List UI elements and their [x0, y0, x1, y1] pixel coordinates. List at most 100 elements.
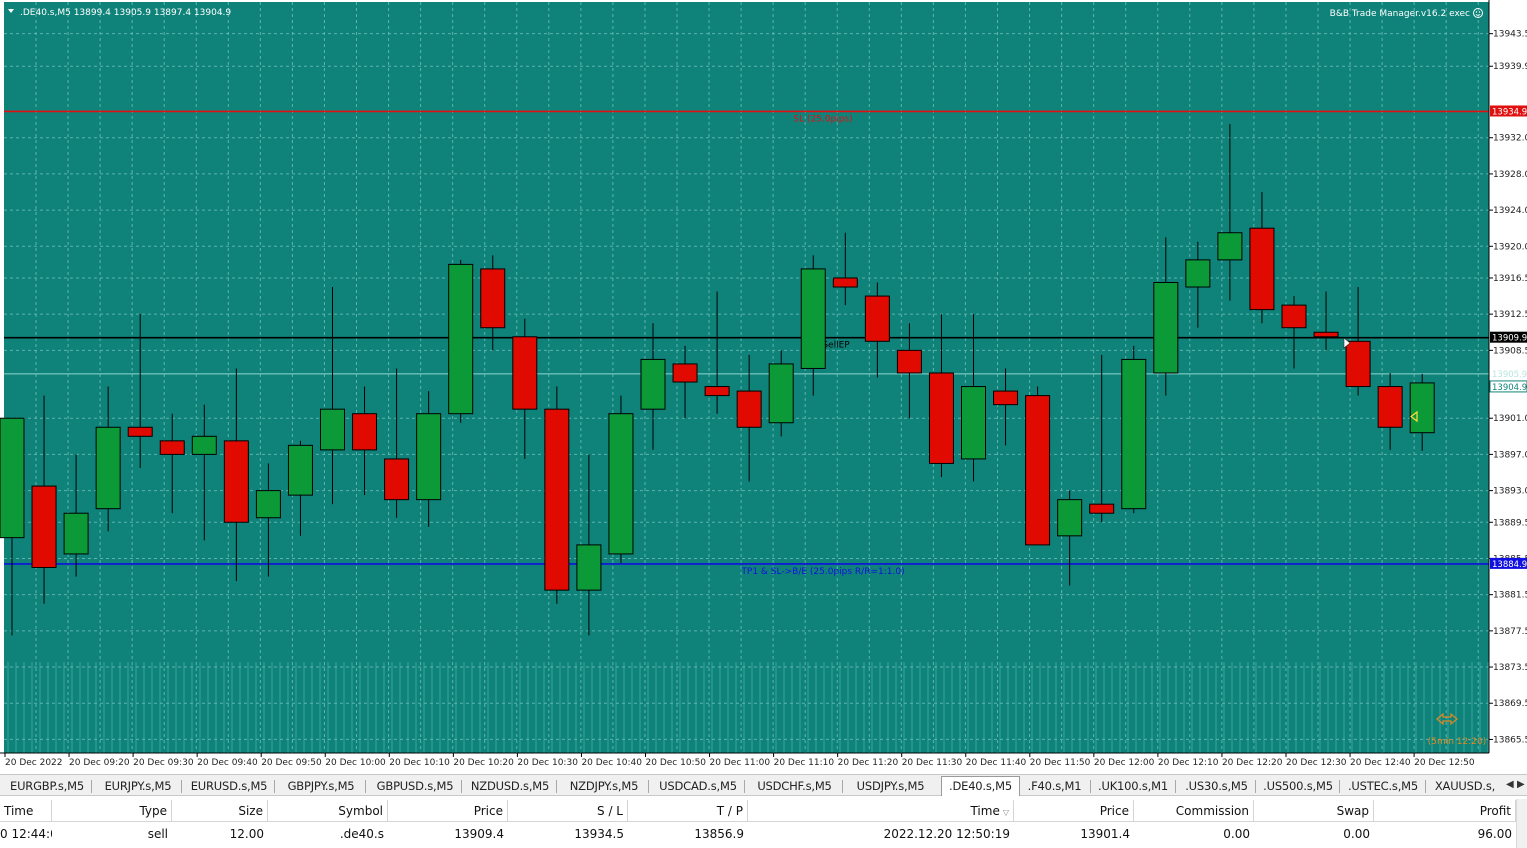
cell-close-price: 13901.4: [1080, 827, 1130, 841]
time-tick-label: 20 Dec 10:10: [389, 758, 450, 768]
col-header-sl[interactable]: S / L: [508, 800, 628, 822]
tp-price-tag-text: 13884.9: [1492, 560, 1527, 570]
price-tick-label: 13943.5: [1493, 30, 1527, 40]
price-tick-label: 13889.5: [1493, 518, 1527, 528]
tab-usdchf-s-m5[interactable]: USDCHF.s,M5: [749, 777, 840, 795]
cell-sl: 13934.5: [574, 827, 624, 841]
candle-body: [127, 426, 153, 437]
price-tick-label: 13901.0: [1493, 414, 1527, 424]
time-tick-label: 20 Dec 10:00: [325, 758, 386, 768]
tab-xauusd-s[interactable]: XAUUSD.s,: [1430, 777, 1500, 795]
tab-scroll-left-icon[interactable]: ◀: [1506, 779, 1514, 790]
tab-eurjpy-s-m5[interactable]: EURJPY.s,M5: [97, 777, 179, 795]
tab-nzdusd-s-m5[interactable]: NZDUSD.s,M5: [466, 777, 554, 795]
tab-separator: [365, 780, 366, 793]
cell-time: 0 12:44:08: [0, 827, 52, 841]
tab-us30-s-m5[interactable]: .US30.s,M5: [1180, 777, 1253, 795]
tab-eurgbp-s-m5[interactable]: EURGBP.s,M5: [5, 777, 89, 795]
col-header-type[interactable]: Type: [52, 800, 172, 822]
candle-body: [864, 295, 890, 342]
candle-body: [544, 408, 570, 591]
candle-body: [961, 386, 986, 460]
chart-header: .DE40.s,M5 13899.4 13905.9 13897.4 13904…: [20, 8, 231, 18]
chart-plot-area[interactable]: [4, 2, 1489, 753]
time-tick-label: 20 Dec 09:30: [133, 758, 194, 768]
ea-label: B&B Trade Manager.v16.2 exec: [1330, 9, 1470, 19]
tab-f40-s-m1[interactable]: .F40.s,M1: [1021, 777, 1088, 795]
tab-separator: [1425, 780, 1426, 793]
time-tick-label: 20 Dec 12:50: [1414, 758, 1475, 768]
col-header-close-time[interactable]: Time ▽: [748, 800, 1014, 822]
cell-tp: 13856.9: [694, 827, 744, 841]
entry-line-label: SellEP: [822, 341, 850, 351]
tab-us500-s-m5[interactable]: .US500.s,M5: [1259, 777, 1337, 795]
time-tick-label: 20 Dec 09:50: [261, 758, 322, 768]
table-row[interactable]: 0 12:44:08 sell 12.00 .de40.s 13909.4 13…: [0, 823, 1516, 845]
price-tick-label: 13912.5: [1493, 310, 1527, 320]
tab-separator: [1339, 780, 1340, 793]
tab-gbpjpy-s-m5[interactable]: GBPJPY.s,M5: [279, 777, 363, 795]
time-tick-label: 20 Dec 11:50: [1030, 758, 1091, 768]
candle-body: [416, 413, 442, 501]
table-header-row: Time Type Size Symbol Price S / L T / P …: [0, 800, 1516, 822]
col-header-time[interactable]: Time: [0, 800, 52, 822]
price-tick-label: 13893.0: [1493, 487, 1527, 497]
col-header-commission[interactable]: Commission: [1134, 800, 1254, 822]
sl-price-tag-text: 13934.9: [1492, 107, 1527, 117]
candle-timer: (5min 12:20): [1428, 737, 1487, 747]
col-header-price[interactable]: Price: [388, 800, 508, 822]
price-tick-label: 13873.5: [1493, 663, 1527, 673]
tab-eurusd-s-m5[interactable]: EURUSD.s,M5: [186, 777, 272, 795]
tab-separator: [1255, 780, 1256, 793]
tab-separator: [91, 780, 92, 793]
time-tick-label: 20 Dec 11:00: [710, 758, 771, 768]
candle-body: [1089, 503, 1115, 514]
cell-swap: 0.00: [1343, 827, 1370, 841]
candle-body: [896, 349, 922, 374]
table-scrollbar[interactable]: [1516, 799, 1527, 848]
chart-window[interactable]: SL (25.0pips) 13934.9 SellEP 13909.9 TP1 & S…: [0, 0, 1527, 772]
col-header-swap[interactable]: Swap: [1254, 800, 1374, 822]
tab-separator: [556, 780, 557, 793]
candle-body: [1057, 499, 1083, 537]
price-tick-label: 13932.0: [1493, 134, 1527, 144]
time-tick-label: 20 Dec 09:20: [69, 758, 130, 768]
tab-gbpusd-s-m5[interactable]: GBPUSD.s,M5: [371, 777, 459, 795]
candle-body: [1121, 358, 1147, 510]
tab-nzdjpy-s-m5[interactable]: NZDJPY.s,M5: [562, 777, 646, 795]
time-tick-label: 20 Dec 10:50: [646, 758, 707, 768]
time-tick-label: 20 Dec 12:00: [1094, 758, 1155, 768]
cell-price: 13909.4: [454, 827, 504, 841]
cell-commission: 0.00: [1223, 827, 1250, 841]
col-header-symbol[interactable]: Symbol: [268, 800, 388, 822]
price-tick-label: 13924.0: [1493, 206, 1527, 216]
candle-body: [1313, 331, 1339, 338]
candle-body: [1249, 227, 1275, 311]
col-header-profit[interactable]: Profit: [1374, 800, 1516, 822]
col-header-size[interactable]: Size: [172, 800, 268, 822]
time-tick-label: 20 Dec 11:30: [902, 758, 963, 768]
sort-down-icon: ▽: [1002, 808, 1009, 817]
tab-usdjpy-s-m5[interactable]: USDJPY.s,M5: [847, 777, 934, 795]
candle-body: [640, 358, 666, 410]
symbol-tab-bar: EURGBP.s,M5 EURJPY.s,M5 EURUSD.s,M5 GBPJPY.…: [0, 774, 1527, 796]
candle-body: [768, 363, 794, 424]
candle-body: [287, 444, 313, 496]
candle-body: [512, 336, 538, 410]
price-chart[interactable]: SL (25.0pips) 13934.9 SellEP 13909.9 TP1 & S…: [0, 0, 1527, 772]
tab-ustec-s-m5[interactable]: .USTEC.s,M5: [1343, 777, 1423, 795]
col-header-close-price[interactable]: Price: [1014, 800, 1134, 822]
cell-profit: 96.00: [1477, 827, 1512, 841]
tab-scroll-right-icon[interactable]: ▶: [1517, 779, 1525, 790]
candle-body: [1345, 340, 1371, 388]
col-header-tp[interactable]: T / P: [628, 800, 748, 822]
candle-body: [1025, 395, 1051, 546]
tab-separator: [461, 780, 462, 793]
candle-body: [352, 413, 378, 451]
tab-usdcad-s-m5[interactable]: USDCAD.s,M5: [654, 777, 742, 795]
candle-body: [63, 512, 89, 555]
candle-body: [480, 268, 506, 329]
time-tick-label: 20 Dec 09:40: [197, 758, 258, 768]
tab-uk100-s-m1[interactable]: .UK100.s,M1: [1093, 777, 1173, 795]
tab-de40-s-m5[interactable]: .DE40.s,M5: [941, 776, 1020, 796]
